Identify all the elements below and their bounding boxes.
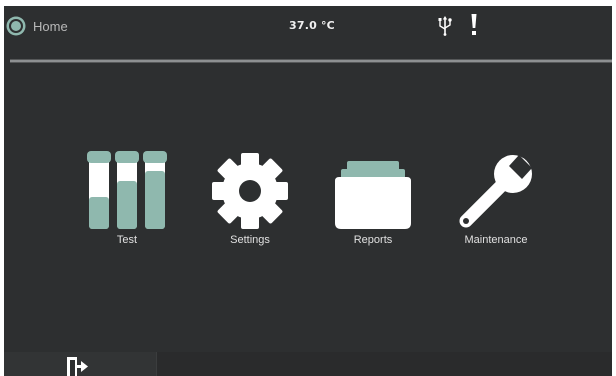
home-label: Home xyxy=(33,18,68,34)
logout-icon[interactable] xyxy=(66,356,88,376)
usb-icon xyxy=(438,16,452,36)
test-button[interactable]: Test xyxy=(72,146,182,258)
maintenance-button[interactable]: Maintenance xyxy=(441,146,551,258)
test-tubes-icon xyxy=(87,151,167,229)
home-icon xyxy=(6,16,26,36)
header-divider xyxy=(10,59,612,63)
maintenance-label: Maintenance xyxy=(464,234,528,246)
gear-icon xyxy=(212,153,288,229)
temperature-readout: 37.0 °C xyxy=(289,19,335,32)
home-button[interactable]: Home xyxy=(6,15,68,37)
wrench-icon xyxy=(459,155,532,228)
test-label: Test xyxy=(116,234,138,246)
exclamation-icon[interactable] xyxy=(470,14,478,36)
footer-bar xyxy=(4,352,612,376)
reports-button[interactable]: Reports xyxy=(318,146,428,258)
footer-left-panel xyxy=(4,352,157,376)
settings-label: Settings xyxy=(230,234,270,246)
reports-label: Reports xyxy=(353,234,393,246)
settings-button[interactable]: Settings xyxy=(195,146,305,258)
device-screen: Home 37.0 °C Test Settings Reports Maint… xyxy=(4,6,612,376)
folder-icon xyxy=(335,161,411,229)
header-bar: Home 37.0 °C xyxy=(4,6,612,50)
